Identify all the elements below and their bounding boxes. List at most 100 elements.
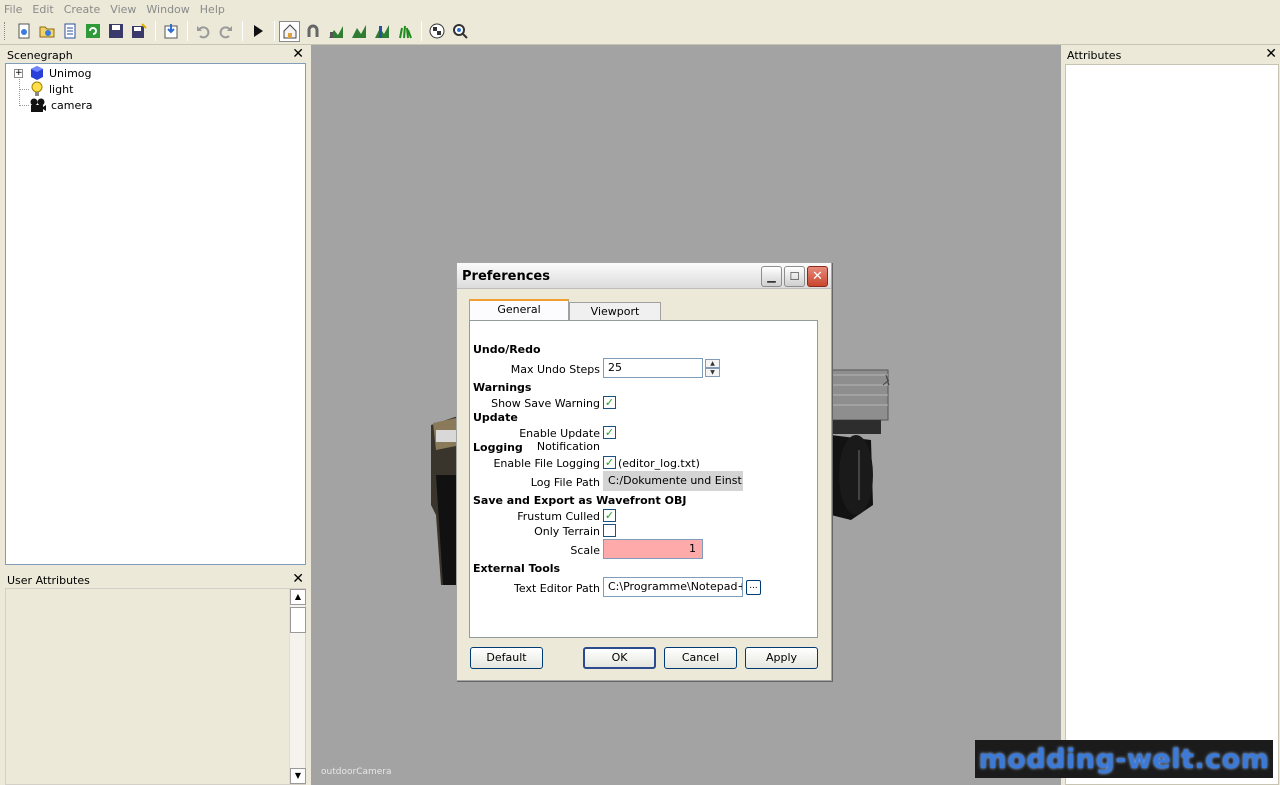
tab-general[interactable]: General: [469, 299, 569, 321]
minimize-icon[interactable]: ▁: [761, 266, 782, 287]
dialog-title: Preferences: [462, 269, 550, 284]
menu-bar: File Edit Create View Window Help: [0, 0, 1280, 18]
tree-node-light[interactable]: light: [29, 81, 73, 97]
undo-icon[interactable]: [192, 21, 213, 42]
browse-button[interactable]: ...: [746, 580, 761, 595]
close-icon[interactable]: ✕: [292, 572, 304, 586]
attributes-panel: [1065, 64, 1279, 785]
section-external-tools: External Tools: [473, 562, 561, 575]
frustum-culled-checkbox[interactable]: ✓: [603, 509, 616, 522]
log-path-label: Log File Path: [530, 476, 600, 489]
debug-icon[interactable]: [449, 21, 470, 42]
general-tab-page: Undo/Redo Max Undo Steps 25 ▲ ▼ Warnings…: [469, 320, 818, 638]
tree-connector: [19, 105, 29, 106]
preferences-dialog: Preferences ▁ ☐ ✕ General Viewport Undo/…: [456, 262, 832, 681]
new-icon[interactable]: [13, 21, 34, 42]
section-warnings: Warnings: [473, 381, 532, 394]
save-icon[interactable]: [105, 21, 126, 42]
magnet-icon[interactable]: [302, 21, 323, 42]
log-path-field: C:/Dokumente und Einstellu: [603, 471, 743, 491]
tree-connector: [19, 89, 29, 90]
section-save-export: Save and Export as Wavefront OBJ: [473, 494, 687, 507]
scale-input[interactable]: 1: [603, 539, 703, 559]
show-save-warning-checkbox[interactable]: ✓: [603, 396, 616, 409]
menu-edit[interactable]: Edit: [32, 3, 53, 16]
menu-help[interactable]: Help: [200, 3, 225, 16]
attributes-title: Attributes: [1067, 48, 1122, 62]
spin-down-icon[interactable]: ▼: [705, 368, 720, 377]
scroll-thumb[interactable]: [290, 607, 306, 633]
max-undo-input[interactable]: 25: [603, 358, 703, 378]
terrain-height-icon[interactable]: [371, 21, 392, 42]
import-icon[interactable]: [160, 21, 181, 42]
terrain-paint-icon[interactable]: [325, 21, 346, 42]
scroll-down-icon[interactable]: ▼: [290, 768, 306, 784]
close-icon[interactable]: ✕: [1265, 47, 1277, 61]
toolbar-grip[interactable]: [4, 22, 7, 40]
section-undo: Undo/Redo: [473, 343, 541, 356]
close-icon[interactable]: ✕: [292, 47, 304, 61]
redo-icon[interactable]: [215, 21, 236, 42]
menu-window[interactable]: Window: [146, 3, 189, 16]
terrain-smooth-icon[interactable]: [348, 21, 369, 42]
scale-label: Scale: [570, 544, 600, 557]
text-editor-input[interactable]: C:\Programme\Notepad++: [603, 577, 743, 597]
ok-button[interactable]: OK: [583, 647, 656, 669]
refresh-icon[interactable]: [82, 21, 103, 42]
toolbar-separator: [242, 21, 243, 41]
toolbar-separator: [155, 21, 156, 41]
open-icon[interactable]: [36, 21, 57, 42]
maximize-icon[interactable]: ☐: [784, 266, 805, 287]
text-editor-label: Text Editor Path: [514, 582, 600, 595]
toolbar: [0, 18, 1280, 45]
foliage-icon[interactable]: [394, 21, 415, 42]
spin-up-icon[interactable]: ▲: [705, 359, 720, 368]
vertical-scrollbar[interactable]: ▲ ▼: [289, 589, 306, 784]
frustum-culled-label: Frustum Culled: [517, 510, 600, 523]
tree-node-camera[interactable]: camera: [29, 97, 93, 113]
scenegraph-header: Scenegraph ✕: [4, 46, 307, 64]
section-logging: Logging: [473, 441, 523, 454]
scroll-up-icon[interactable]: ▲: [290, 589, 306, 605]
enable-logging-checkbox[interactable]: ✓: [603, 456, 616, 469]
cancel-button[interactable]: Cancel: [664, 647, 737, 669]
toolbar-separator: [187, 21, 188, 41]
max-undo-label: Max Undo Steps: [510, 363, 600, 376]
checker-icon[interactable]: [426, 21, 447, 42]
camera-label: outdoorCamera: [321, 767, 392, 777]
only-terrain-checkbox[interactable]: [603, 524, 616, 537]
apply-button[interactable]: Apply: [745, 647, 818, 669]
attributes-header: Attributes ✕: [1064, 46, 1280, 64]
toolbar-separator: [274, 21, 275, 41]
menu-view[interactable]: View: [110, 3, 136, 16]
home-icon[interactable]: [279, 20, 300, 42]
menu-file[interactable]: File: [4, 3, 22, 16]
expand-icon[interactable]: +: [14, 69, 23, 78]
tree-node-label: light: [49, 82, 74, 96]
user-attributes-header: User Attributes ✕: [4, 571, 307, 589]
tab-viewport[interactable]: Viewport: [569, 302, 661, 322]
toolbar-separator: [421, 21, 422, 41]
camera-icon: [30, 98, 46, 112]
tab-label: General: [497, 303, 541, 316]
watermark-logo: modding-welt.com: [975, 740, 1273, 778]
menu-create[interactable]: Create: [64, 3, 101, 16]
enable-update-checkbox[interactable]: ✓: [603, 426, 616, 439]
play-icon[interactable]: [247, 21, 268, 42]
list-icon[interactable]: [59, 21, 80, 42]
tree-node-unimog[interactable]: Unimog: [29, 65, 92, 81]
scenegraph-tree: + Unimog light camera: [5, 63, 306, 565]
scenegraph-title: Scenegraph: [7, 48, 73, 62]
close-icon[interactable]: ✕: [807, 266, 828, 287]
enable-logging-label: Enable File Logging: [493, 457, 600, 470]
watermark-text: modding-welt.com: [978, 743, 1270, 775]
user-attributes-panel: ▲ ▼: [5, 588, 306, 785]
show-save-warning-label: Show Save Warning: [491, 397, 600, 410]
default-button[interactable]: Default: [470, 647, 543, 669]
section-update: Update: [473, 411, 518, 424]
save-as-icon[interactable]: [128, 21, 149, 42]
tree-node-label: camera: [51, 98, 93, 112]
only-terrain-label: Only Terrain: [534, 525, 600, 538]
user-attributes-title: User Attributes: [7, 573, 90, 587]
dialog-titlebar[interactable]: Preferences ▁ ☐ ✕: [457, 263, 831, 289]
